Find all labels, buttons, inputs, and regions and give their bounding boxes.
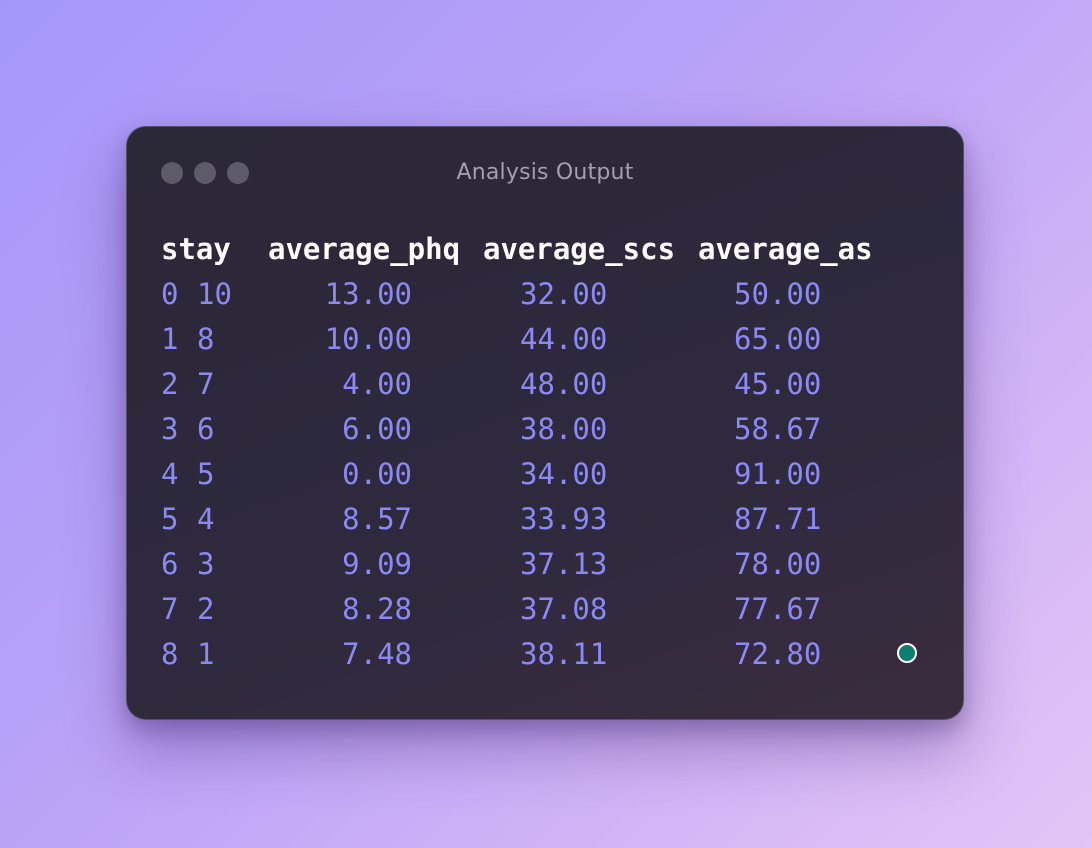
row-index: 5: [161, 502, 179, 536]
row-average-scs: 37.08: [520, 592, 608, 626]
row-average-scs: 48.00: [520, 367, 608, 401]
header-average-phq: average_phq: [268, 232, 461, 266]
row-average-phq: 7.48: [342, 637, 412, 671]
row-spacer: [412, 632, 520, 677]
table-body: 0 10 13.00 32.00 50.00 1 8 10.00 44.00 65.00 2 7 4.0…: [161, 272, 954, 677]
row-average-phq: 8.28: [342, 592, 412, 626]
status-indicator: [897, 643, 917, 663]
row-stay: 2: [197, 592, 215, 626]
row-spacer: [412, 317, 520, 362]
row-index: 4: [161, 457, 179, 491]
row-average-as: 65.00: [734, 322, 822, 356]
table-row: 8 1 7.48 38.11 72.80: [161, 632, 954, 677]
table-header: stay average_phq average_scs average_as: [161, 227, 954, 272]
table-row: 0 10 13.00 32.00 50.00: [161, 272, 954, 317]
row-index: 3: [161, 412, 179, 446]
row-spacer: [412, 497, 520, 542]
row-average-as: 77.67: [734, 592, 822, 626]
data-table: stay average_phq average_scs average_as …: [161, 227, 954, 677]
row-stay: 6: [197, 412, 215, 446]
row-average-scs: 34.00: [520, 457, 608, 491]
table-row: 2 7 4.00 48.00 45.00: [161, 362, 954, 407]
table-row: 6 3 9.09 37.13 78.00: [161, 542, 954, 587]
row-stay: 8: [197, 322, 215, 356]
header-stay: stay: [161, 232, 231, 266]
row-average-phq: 4.00: [342, 367, 412, 401]
row-stay: 7: [197, 367, 215, 401]
table-row: 5 4 8.57 33.93 87.71: [161, 497, 954, 542]
row-average-phq: 13.00: [324, 277, 412, 311]
row-index: 7: [161, 592, 179, 626]
row-average-scs: 33.93: [520, 502, 608, 536]
row-average-scs: 32.00: [520, 277, 608, 311]
row-average-as: 72.80: [734, 637, 822, 671]
row-stay: 5: [197, 457, 215, 491]
row-average-as: 78.00: [734, 547, 822, 581]
row-index: 0: [161, 277, 179, 311]
header-average-as: average_as: [698, 232, 873, 266]
row-average-phq: 9.09: [342, 547, 412, 581]
row-index: 6: [161, 547, 179, 581]
row-average-scs: 38.11: [520, 637, 608, 671]
row-average-as: 87.71: [734, 502, 822, 536]
row-spacer: [412, 542, 520, 587]
table-row: 4 5 0.00 34.00 91.00: [161, 452, 954, 497]
row-index: 2: [161, 367, 179, 401]
row-average-as: 50.00: [734, 277, 822, 311]
row-average-phq: 0.00: [342, 457, 412, 491]
row-average-scs: 37.13: [520, 547, 608, 581]
row-average-as: 58.67: [734, 412, 822, 446]
row-average-scs: 44.00: [520, 322, 608, 356]
row-index: 8: [161, 637, 179, 671]
row-spacer: [412, 272, 520, 317]
table-row: 7 2 8.28 37.08 77.67: [161, 587, 954, 632]
row-average-phq: 10.00: [324, 322, 412, 356]
row-spacer: [412, 362, 520, 407]
row-average-phq: 6.00: [342, 412, 412, 446]
row-index: 1: [161, 322, 179, 356]
row-spacer: [412, 587, 520, 632]
row-average-as: 91.00: [734, 457, 822, 491]
row-stay: 3: [197, 547, 215, 581]
row-stay: 4: [197, 502, 215, 536]
row-stay: 10: [197, 277, 232, 311]
row-spacer: [412, 452, 520, 497]
row-stay: 1: [197, 637, 215, 671]
output-window: Analysis Output stay average_phq average…: [126, 126, 964, 720]
row-average-scs: 38.00: [520, 412, 608, 446]
row-average-as: 45.00: [734, 367, 822, 401]
table-row: 1 8 10.00 44.00 65.00: [161, 317, 954, 362]
window-title: Analysis Output: [456, 160, 634, 185]
row-average-phq: 8.57: [342, 502, 412, 536]
table-row: 3 6 6.00 38.00 58.67: [161, 407, 954, 452]
header-average-scs: average_scs: [483, 232, 676, 266]
row-spacer: [412, 407, 520, 452]
